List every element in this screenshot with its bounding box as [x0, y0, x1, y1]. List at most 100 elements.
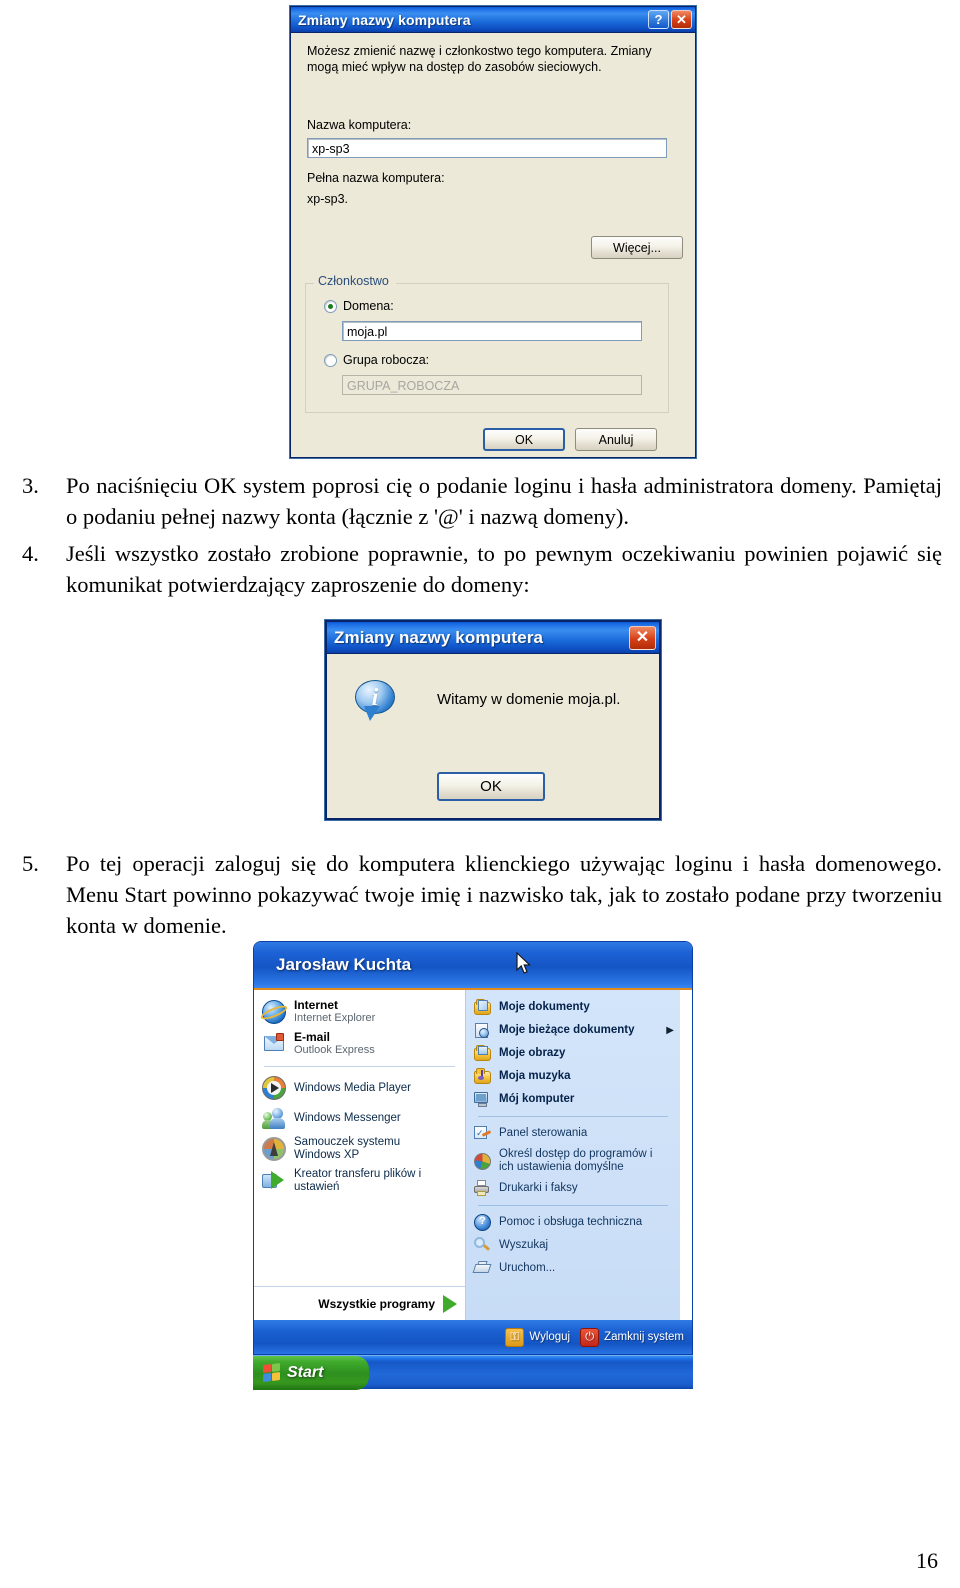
start-menu-item-label: Moja muzyka: [499, 1070, 571, 1082]
help-icon[interactable]: ?: [648, 10, 669, 29]
internet-explorer-icon: [259, 1000, 289, 1024]
start-button[interactable]: Start: [253, 1355, 369, 1390]
dialog-body: Możesz zmienić nazwę i członkostwo tego …: [291, 33, 695, 457]
start-menu-item-windows-messenger[interactable]: Windows Messenger: [254, 1103, 465, 1133]
log-off-button[interactable]: ⚿ Wyloguj: [505, 1327, 571, 1347]
my-recent-documents-icon: [474, 1022, 491, 1039]
help-and-support-icon: ?: [474, 1214, 491, 1231]
all-programs-button[interactable]: Wszystkie programy: [254, 1286, 465, 1320]
start-menu-item-my-computer[interactable]: Mój komputer: [466, 1088, 680, 1111]
welcome-to-domain-dialog[interactable]: Zmiany nazwy komputera ✕ i Witamy w dome…: [325, 620, 661, 820]
start-menu-item-sublabel: Outlook Express: [294, 1044, 375, 1056]
workgroup-input: GRUPA_ROBOCZA: [342, 375, 642, 395]
taskbar[interactable]: Start: [253, 1355, 693, 1390]
start-menu-item-set-program-access[interactable]: Określ dostęp do programów i ich ustawie…: [466, 1145, 680, 1177]
start-menu-item-internet[interactable]: Internet Internet Explorer: [254, 996, 465, 1028]
start-menu-item-label: Samouczek systemu Windows XP: [294, 1136, 401, 1161]
welcome-dialog-title: Zmiany nazwy komputera: [334, 627, 544, 647]
workgroup-radio-label: Grupa robocza:: [343, 353, 430, 367]
start-menu-item-my-pictures[interactable]: Moje obrazy: [466, 1042, 680, 1065]
start-menu-item-files-settings-transfer-wizard[interactable]: Kreator transferu plików i ustawień: [254, 1165, 465, 1197]
start-menu-item-my-music[interactable]: Moja muzyka: [466, 1065, 680, 1088]
paragraph-4: 4. Jeśli wszystko zostało zrobione popra…: [22, 538, 942, 600]
log-off-label: Wyloguj: [529, 1331, 571, 1343]
information-icon: i: [355, 680, 395, 722]
set-program-access-icon: [474, 1152, 491, 1170]
start-menu-item-printers-and-faxes[interactable]: Drukarki i faksy: [466, 1177, 680, 1200]
full-computer-name-value: xp-sp3.: [307, 192, 348, 206]
domain-input[interactable]: moja.pl: [342, 321, 642, 341]
start-menu-item-label: E-mail: [294, 1030, 331, 1044]
workgroup-radio-row[interactable]: Grupa robocza:: [324, 353, 429, 367]
windows-messenger-icon: [262, 1106, 286, 1130]
domain-radio-row[interactable]: Domena:: [324, 299, 394, 313]
welcome-dialog-body: i Witamy w domenie moja.pl. OK: [327, 654, 659, 824]
search-icon: [474, 1237, 491, 1254]
divider: [478, 1116, 668, 1117]
user-name: Jarosław Kuchta: [276, 955, 412, 974]
start-menu-user-header: Jarosław Kuchta: [254, 942, 692, 990]
workgroup-radio-icon[interactable]: [324, 353, 337, 367]
start-menu-item-label: Uruchom...: [499, 1262, 556, 1274]
dialog-title: Zmiany nazwy komputera: [298, 11, 471, 28]
start-menu-item-search[interactable]: Wyszukaj: [466, 1234, 680, 1257]
start-menu-item-control-panel[interactable]: ✓ Panel sterowania: [466, 1122, 680, 1145]
start-menu-item-run[interactable]: Uruchom...: [466, 1257, 680, 1280]
control-panel-icon: ✓: [474, 1125, 492, 1142]
domain-radio-label: Domena:: [343, 299, 394, 313]
start-menu-item-my-recent-documents[interactable]: Moje bieżące dokumenty ▶: [466, 1019, 680, 1042]
start-menu-item-label: Moje obrazy: [499, 1047, 566, 1059]
computer-name-label: Nazwa komputera:: [307, 118, 412, 132]
start-menu-footer: ⚿ Wyloguj ⏻ Zamknij system: [254, 1320, 692, 1354]
my-music-icon: [474, 1067, 491, 1085]
welcome-dialog-title-bar[interactable]: Zmiany nazwy komputera ✕: [327, 622, 659, 654]
start-menu-item-sublabel: Internet Explorer: [294, 1012, 376, 1024]
ok-button[interactable]: OK: [437, 772, 545, 801]
start-menu[interactable]: Jarosław Kuchta Internet Internet Explor…: [253, 941, 693, 1355]
close-icon[interactable]: ✕: [629, 625, 656, 650]
outlook-express-icon: [262, 1032, 286, 1056]
membership-group: Członkostwo Domena: moja.pl Grupa robocz…: [305, 274, 669, 413]
paragraph-5: 5. Po tej operacji zaloguj się do komput…: [22, 848, 942, 941]
start-menu-right-column: Moje dokumenty Moje bieżące dokumenty ▶ …: [466, 990, 680, 1320]
start-menu-item-help-and-support[interactable]: ? Pomoc i obsługa techniczna: [466, 1211, 680, 1234]
close-icon[interactable]: ✕: [671, 10, 692, 29]
start-menu-item-email[interactable]: E-mail Outlook Express: [254, 1028, 465, 1060]
shut-down-button[interactable]: ⏻ Zamknij system: [580, 1327, 684, 1347]
more-button[interactable]: Więcej...: [591, 236, 683, 259]
cancel-button[interactable]: Anuluj: [575, 428, 657, 451]
start-menu-item-windows-media-player[interactable]: Windows Media Player: [254, 1073, 465, 1103]
start-menu-item-label: Określ dostęp do programów i ich ustawie…: [499, 1148, 653, 1173]
start-menu-item-windows-xp-tour[interactable]: Samouczek systemu Windows XP: [254, 1133, 465, 1165]
start-menu-columns: Internet Internet Explorer E-mail Outloo…: [254, 990, 692, 1320]
membership-legend: Członkostwo: [314, 274, 393, 288]
printers-and-faxes-icon: [474, 1180, 491, 1197]
start-menu-item-my-documents[interactable]: Moje dokumenty: [466, 996, 680, 1019]
dialog-title-bar[interactable]: Zmiany nazwy komputera ? ✕: [291, 7, 695, 33]
start-menu-item-label: Mój komputer: [499, 1093, 575, 1105]
start-button-label: Start: [287, 1363, 324, 1381]
start-menu-item-label: Drukarki i faksy: [499, 1182, 578, 1194]
page-number: 16: [916, 1548, 938, 1573]
key-icon: ⚿: [505, 1327, 525, 1347]
computer-name-changes-dialog[interactable]: Zmiany nazwy komputera ? ✕ Możesz zmieni…: [290, 6, 696, 458]
domain-radio-icon[interactable]: [324, 299, 337, 313]
start-menu-item-label: Kreator transferu plików i ustawień: [294, 1168, 422, 1193]
run-icon: [472, 1260, 492, 1277]
mouse-pointer-icon: [516, 952, 531, 974]
start-menu-item-label: Moje bieżące dokumenty: [499, 1024, 635, 1036]
all-programs-label: Wszystkie programy: [318, 1296, 435, 1311]
windows-flag-icon: [263, 1362, 280, 1383]
all-programs-arrow-icon: [443, 1294, 457, 1313]
ok-button[interactable]: OK: [483, 428, 565, 451]
welcome-message: Witamy w domenie moja.pl.: [437, 691, 621, 708]
start-menu-item-label: Moje dokumenty: [499, 1001, 590, 1013]
files-settings-transfer-wizard-icon: [262, 1169, 286, 1193]
paragraph-4-text: Jeśli wszystko zostało zrobione poprawni…: [66, 541, 942, 597]
start-menu-item-label: Pomoc i obsługa techniczna: [499, 1216, 643, 1228]
start-menu-item-label: Internet: [294, 998, 339, 1012]
computer-name-input[interactable]: xp-sp3: [307, 138, 667, 158]
paragraph-3-text: Po naciśnięciu OK system poprosi cię o p…: [66, 473, 942, 529]
full-computer-name-label: Pełna nazwa komputera:: [307, 171, 445, 185]
dialog-description: Możesz zmienić nazwę i członkostwo tego …: [307, 44, 652, 74]
